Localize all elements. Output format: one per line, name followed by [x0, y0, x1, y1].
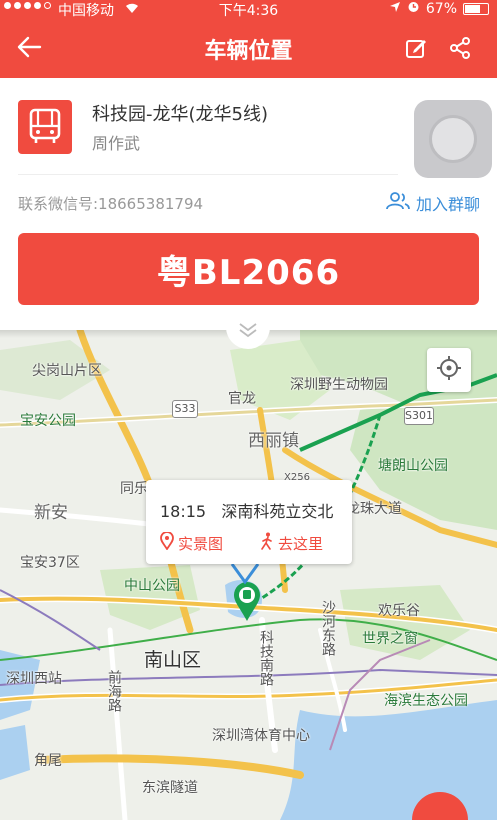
edit-icon[interactable] [404, 36, 428, 64]
map-label: 西丽镇 [248, 431, 299, 451]
vehicle-marker-icon[interactable] [228, 562, 262, 590]
bus-icon [18, 100, 72, 154]
navigate-button[interactable]: 去这里 [260, 532, 323, 554]
stop-name: 深南科苑立交北 [221, 502, 334, 521]
nav-header: 车辆位置 [0, 18, 497, 78]
group-users-icon [386, 192, 410, 214]
map-label: 东滨隧道 [142, 780, 198, 796]
map-label: 宝安37区 [20, 555, 80, 571]
crosshair-icon [436, 355, 462, 385]
map-pin-icon [160, 531, 174, 554]
divider [18, 174, 398, 175]
map-label: 龙珠大道 [346, 501, 402, 517]
location-arrow-icon [389, 1, 401, 17]
alarm-icon [407, 0, 420, 17]
map-label: 前海路 [106, 670, 122, 712]
map-label: 深圳西站 [6, 671, 62, 687]
locate-button[interactable] [427, 348, 471, 392]
map-label: 新安 [34, 503, 68, 523]
chevron-down-icon [238, 322, 258, 342]
map-label: 沙河东路 [320, 600, 336, 656]
highway-badge: S33 [172, 400, 198, 418]
driver-name: 周作武 [92, 134, 141, 153]
street-view-label: 实景图 [178, 534, 224, 553]
navigate-label: 去这里 [278, 534, 324, 553]
battery-icon [463, 2, 489, 15]
map-label: 同乐 [120, 481, 148, 497]
license-plate-banner: 粤BL2066 [18, 233, 479, 305]
map-label: 世界之窗 [362, 631, 418, 647]
vehicle-info-panel: 科技园-龙华(龙华5线) 周作武 联系微信号:18665381794 加入群聊 … [0, 78, 497, 330]
map-label: 尖岗山片区 [32, 363, 102, 379]
walk-icon [260, 532, 274, 554]
map-label: 深圳野生动物园 [290, 377, 388, 393]
join-group-chat-button[interactable]: 加入群聊 [386, 191, 480, 215]
join-group-label: 加入群聊 [416, 195, 481, 214]
map-label: 深圳湾体育中心 [212, 728, 310, 744]
map-label: 中山公园 [124, 578, 180, 594]
map-label: 角尾 [34, 753, 62, 769]
street-view-button[interactable]: 实景图 [160, 531, 224, 554]
map-view[interactable]: 尖岗山片区 宝安公园 S33 官龙 西丽镇 深圳野生动物园 S301 塘朗山公园… [0, 330, 497, 820]
map-label: 欢乐谷 [378, 603, 420, 619]
battery-percent: 67% [425, 0, 457, 17]
status-bar: 中国移动 下午4:36 67% [0, 0, 497, 19]
wechat-contact: 联系微信号:18665381794 [18, 195, 204, 213]
share-icon[interactable] [448, 36, 472, 64]
map-label: 塘朗山公园 [378, 458, 448, 474]
map-label: 宝安公园 [20, 413, 76, 429]
stop-callout: 18:15 深南科苑立交北 实景图 去这里 [146, 480, 352, 564]
assistive-touch-button[interactable] [414, 100, 492, 178]
map-label: 官龙 [228, 391, 256, 407]
map-label: 南山区 [144, 649, 202, 671]
arrival-time: 18:15 [160, 502, 207, 521]
highway-badge: S301 [404, 407, 434, 425]
map-label: 科技南路 [258, 630, 274, 686]
route-name: 科技园-龙华(龙华5线) [92, 104, 268, 125]
map-label: 海滨生态公园 [384, 693, 468, 709]
callout-title: 18:15 深南科苑立交北 [160, 498, 333, 522]
